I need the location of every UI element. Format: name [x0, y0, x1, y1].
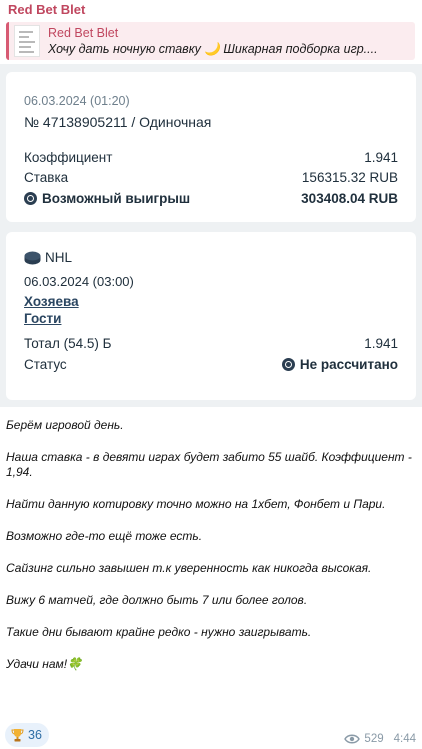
- status-label: Статус: [24, 357, 67, 372]
- win-row: Возможный выигрыш 303408.04 RUB: [24, 191, 398, 206]
- message-paragraph: Сайзинг сильно завышен т.к уверенность к…: [6, 561, 372, 575]
- message-text: Берём игровой день. Наша ставка - в девя…: [6, 418, 416, 689]
- status-dot-icon: [281, 358, 295, 371]
- reply-text: Хочу дать ночную ставку 🌙 Шикарная подбо…: [48, 41, 378, 56]
- views-eye-icon: [344, 734, 361, 744]
- stake-row: Ставка 156315.32 RUB: [24, 170, 398, 185]
- market-label: Тотал (54.5) Б: [24, 336, 112, 351]
- views-count: 529: [364, 733, 384, 745]
- status-row: Статус Не рассчитано: [24, 357, 398, 372]
- event-date: 06.03.2024 (03:00): [24, 274, 134, 289]
- message-paragraph: Берём игровой день.: [6, 418, 124, 432]
- status-value: Не рассчитано: [299, 357, 398, 372]
- win-value: 303408.04 RUB: [301, 191, 398, 206]
- stake-value: 156315.32 RUB: [301, 170, 398, 185]
- bet-date: 06.03.2024 (01:20): [24, 94, 130, 108]
- coef-row: Коэффициент 1.941: [24, 150, 398, 165]
- reply-thumbnail: [14, 25, 40, 57]
- channel-sender-name[interactable]: Red Bet Blet: [8, 2, 85, 17]
- status-dot-icon: [24, 192, 37, 205]
- message-paragraph: Найти данную котировку точно можно на 1х…: [6, 497, 386, 511]
- message-paragraph: Возможно где-то ещё тоже есть.: [6, 529, 203, 543]
- message-paragraph: Такие дни бывают крайне редко - нужно за…: [6, 625, 312, 639]
- trophy-icon: [11, 729, 24, 742]
- message-meta: 529 4:44: [344, 733, 416, 745]
- market-value: 1.941: [364, 336, 398, 351]
- win-label: Возможный выигрыш: [42, 191, 191, 206]
- message-paragraph: Наша ставка - в девяти играх будет забит…: [6, 450, 412, 479]
- message-paragraph: Вижу 6 матчей, где должно быть 7 или бол…: [6, 593, 308, 607]
- bet-summary-card: 06.03.2024 (01:20) № 47138905211 / Одино…: [6, 72, 416, 222]
- message-paragraph: Удачи нам!🍀: [6, 657, 83, 671]
- coef-value: 1.941: [364, 150, 398, 165]
- home-team[interactable]: Хозяева: [24, 294, 79, 309]
- reply-title: Red Bet Blet: [48, 25, 119, 40]
- bet-number: № 47138905211 / Одиночная: [24, 114, 212, 130]
- away-team[interactable]: Гости: [24, 311, 61, 326]
- market-row: Тотал (54.5) Б 1.941: [24, 336, 398, 351]
- message-time: 4:44: [393, 733, 416, 745]
- reply-preview[interactable]: Red Bet Blet Хочу дать ночную ставку 🌙 Ш…: [6, 22, 415, 60]
- reaction-count: 36: [28, 728, 42, 742]
- bet-slip-image[interactable]: 06.03.2024 (01:20) № 47138905211 / Одино…: [0, 64, 422, 407]
- hockey-puck-icon: [24, 251, 41, 264]
- coef-label: Коэффициент: [24, 150, 113, 165]
- reaction-button[interactable]: 36: [5, 723, 49, 747]
- league-name: NHL: [45, 250, 73, 265]
- stake-label: Ставка: [24, 170, 69, 185]
- league-row: NHL: [24, 250, 72, 265]
- event-card: NHL 06.03.2024 (03:00) Хозяева Гости Тот…: [6, 232, 416, 400]
